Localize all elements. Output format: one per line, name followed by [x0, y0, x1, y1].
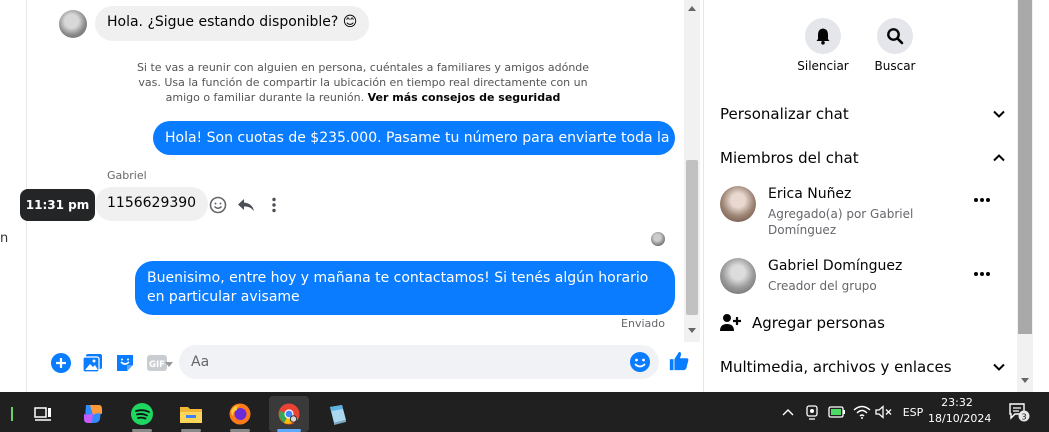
more-horizontal-icon[interactable] [970, 192, 994, 208]
chevron-down-icon [165, 362, 173, 367]
sender-name: Gabriel [107, 169, 147, 182]
bell-icon [816, 28, 830, 45]
notes-app-icon[interactable] [318, 396, 358, 432]
scrollbar-thumb[interactable] [1018, 0, 1032, 334]
more-horizontal-icon[interactable] [970, 266, 994, 282]
chevron-up-icon [993, 154, 1005, 162]
language-indicator[interactable]: ESP [898, 392, 928, 432]
system-clock[interactable]: 23:32 18/10/2024 [928, 395, 992, 427]
gif-label: GIF [149, 360, 165, 370]
message-bubble-incoming[interactable]: Hola. ¿Sigue estando disponible? 😊 [95, 6, 370, 41]
meet-now-icon[interactable] [802, 392, 822, 432]
notification-center-icon[interactable]: 3 [1004, 392, 1034, 432]
read-receipt-avatar [651, 232, 665, 246]
add-person-icon [720, 314, 741, 331]
message-bubble-incoming[interactable]: 1156629390 [95, 187, 209, 221]
chat-panel: Hola. ¿Sigue estando disponible? 😊 Si te… [43, 0, 703, 392]
section-title: Multimedia, archivos y enlaces [720, 358, 952, 376]
emoji-icon[interactable] [629, 351, 651, 373]
member-row[interactable]: Gabriel Domínguez Creador del grupo [720, 258, 1006, 298]
chat-info-panel: Silenciar Buscar Personalizar chat Miemb… [703, 0, 1017, 392]
message-input-container[interactable] [165, 345, 659, 379]
sticker-icon[interactable] [114, 352, 136, 374]
member-name: Gabriel Domínguez [768, 258, 903, 274]
message-composer: GIF [43, 342, 703, 384]
scrollbar-thumb[interactable] [686, 160, 698, 315]
smile-icon[interactable] [209, 196, 227, 214]
firefox-icon[interactable] [220, 396, 260, 432]
copilot-bar-icon[interactable] [0, 396, 24, 432]
clock-date: 18/10/2024 [928, 412, 992, 425]
message-text: Buenisimo, entre hoy y mañana te contact… [147, 270, 649, 305]
section-media-files-links[interactable]: Multimedia, archivos y enlaces [720, 358, 1006, 376]
member-row[interactable]: Erica Nuñez Agregado(a) por Gabriel Domí… [720, 186, 1006, 242]
chevron-down-icon [993, 110, 1005, 118]
delivery-status: Enviado [621, 317, 665, 330]
mute-label: Silenciar [797, 59, 849, 73]
scroll-down-arrow[interactable] [1021, 378, 1029, 383]
clock-time: 23:32 [941, 396, 973, 409]
wifi-icon[interactable] [851, 392, 873, 432]
spotify-icon[interactable] [122, 396, 162, 432]
chevron-up-icon[interactable] [778, 392, 798, 432]
notification-count: 3 [1021, 413, 1026, 422]
background-text-fragment: n [0, 231, 9, 246]
section-title: Personalizar chat [720, 105, 849, 123]
member-avatar[interactable] [720, 186, 756, 222]
message-time-tooltip: 11:31 pm [20, 189, 95, 221]
safety-tips-link[interactable]: Ver más consejos de seguridad [368, 91, 561, 104]
section-title: Miembros del chat [720, 149, 859, 167]
image-icon[interactable] [82, 352, 104, 374]
chrome-icon[interactable] [269, 396, 309, 432]
message-text: Hola! Son cuotas de $235.000. Pasame tu … [165, 130, 683, 146]
section-chat-members[interactable]: Miembros del chat [720, 149, 1006, 167]
search-label: Buscar [874, 59, 916, 73]
volume-muted-icon[interactable] [873, 392, 895, 432]
sender-avatar[interactable] [59, 10, 87, 38]
message-text: Hola. ¿Sigue estando disponible? 😊 [107, 14, 358, 30]
more-vertical-icon[interactable] [265, 196, 283, 214]
message-text: 1156629390 [107, 195, 197, 211]
scroll-down-arrow[interactable] [688, 328, 696, 333]
taskbar: ESP 23:32 18/10/2024 3 [0, 392, 1049, 432]
member-subtitle: Creador del grupo [768, 279, 877, 293]
copilot-icon[interactable] [73, 396, 113, 432]
file-explorer-icon[interactable] [171, 396, 211, 432]
mute-button[interactable] [805, 18, 841, 54]
message-list[interactable]: Hola. ¿Sigue estando disponible? 😊 Si te… [43, 0, 683, 342]
thumbs-up-icon[interactable] [668, 350, 690, 372]
safety-notice: Si te vas a reunir con alguien en person… [133, 60, 593, 105]
search-icon [887, 28, 904, 45]
message-bubble-outgoing[interactable]: Hola! Son cuotas de $235.000. Pasame tu … [153, 121, 683, 155]
message-input[interactable] [191, 345, 611, 379]
reply-icon[interactable] [237, 196, 255, 214]
chevron-down-icon [993, 363, 1005, 371]
scroll-up-arrow[interactable] [688, 6, 696, 11]
member-name: Erica Nuñez [768, 186, 852, 202]
add-people-label: Agregar personas [752, 314, 885, 332]
message-bubble-outgoing[interactable]: Buenisimo, entre hoy y mañana te contact… [135, 261, 675, 315]
member-avatar[interactable] [720, 258, 756, 294]
chat-scrollbar[interactable] [684, 0, 700, 342]
search-button[interactable] [877, 18, 913, 54]
section-customize-chat[interactable]: Personalizar chat [720, 105, 1006, 123]
screen: n Hola. ¿Sigue estando disponible? 😊 Si … [0, 0, 1049, 432]
task-view-icon[interactable] [23, 396, 63, 432]
battery-icon[interactable] [826, 392, 848, 432]
page-scrollbar[interactable] [1017, 0, 1033, 392]
plus-circle-icon[interactable] [50, 352, 72, 374]
member-subtitle: Agregado(a) por Gabriel Domínguez [768, 207, 914, 237]
window-edge [1033, 0, 1049, 392]
